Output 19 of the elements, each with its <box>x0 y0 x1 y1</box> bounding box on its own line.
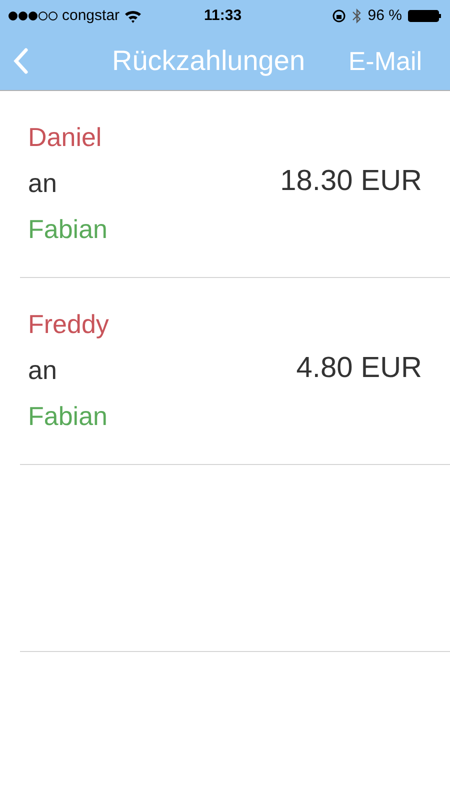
payer-name: Freddy <box>28 308 109 341</box>
signal-icon <box>8 11 58 21</box>
payer-name: Daniel <box>28 121 103 154</box>
payee-name: Fabian <box>28 213 108 246</box>
screen-title: Rückzahlungen <box>112 44 306 78</box>
connector-text: an <box>28 167 58 200</box>
battery-percentage: 96 % <box>368 6 402 26</box>
wifi-icon <box>124 9 142 23</box>
connector-text: an <box>28 354 58 387</box>
battery-icon <box>408 9 442 23</box>
status-time: 11:33 <box>204 6 242 26</box>
rotation-lock-icon <box>332 9 346 23</box>
back-chevron-icon <box>13 47 29 75</box>
payment-amount: 18.30 EUR <box>280 164 422 199</box>
carrier-name: congstar <box>62 6 120 26</box>
payment-amount: 4.80 EUR <box>296 351 422 386</box>
payee-name: Fabian <box>28 400 108 433</box>
email-button[interactable]: E-Mail <box>348 42 422 80</box>
bluetooth-icon <box>352 8 362 24</box>
